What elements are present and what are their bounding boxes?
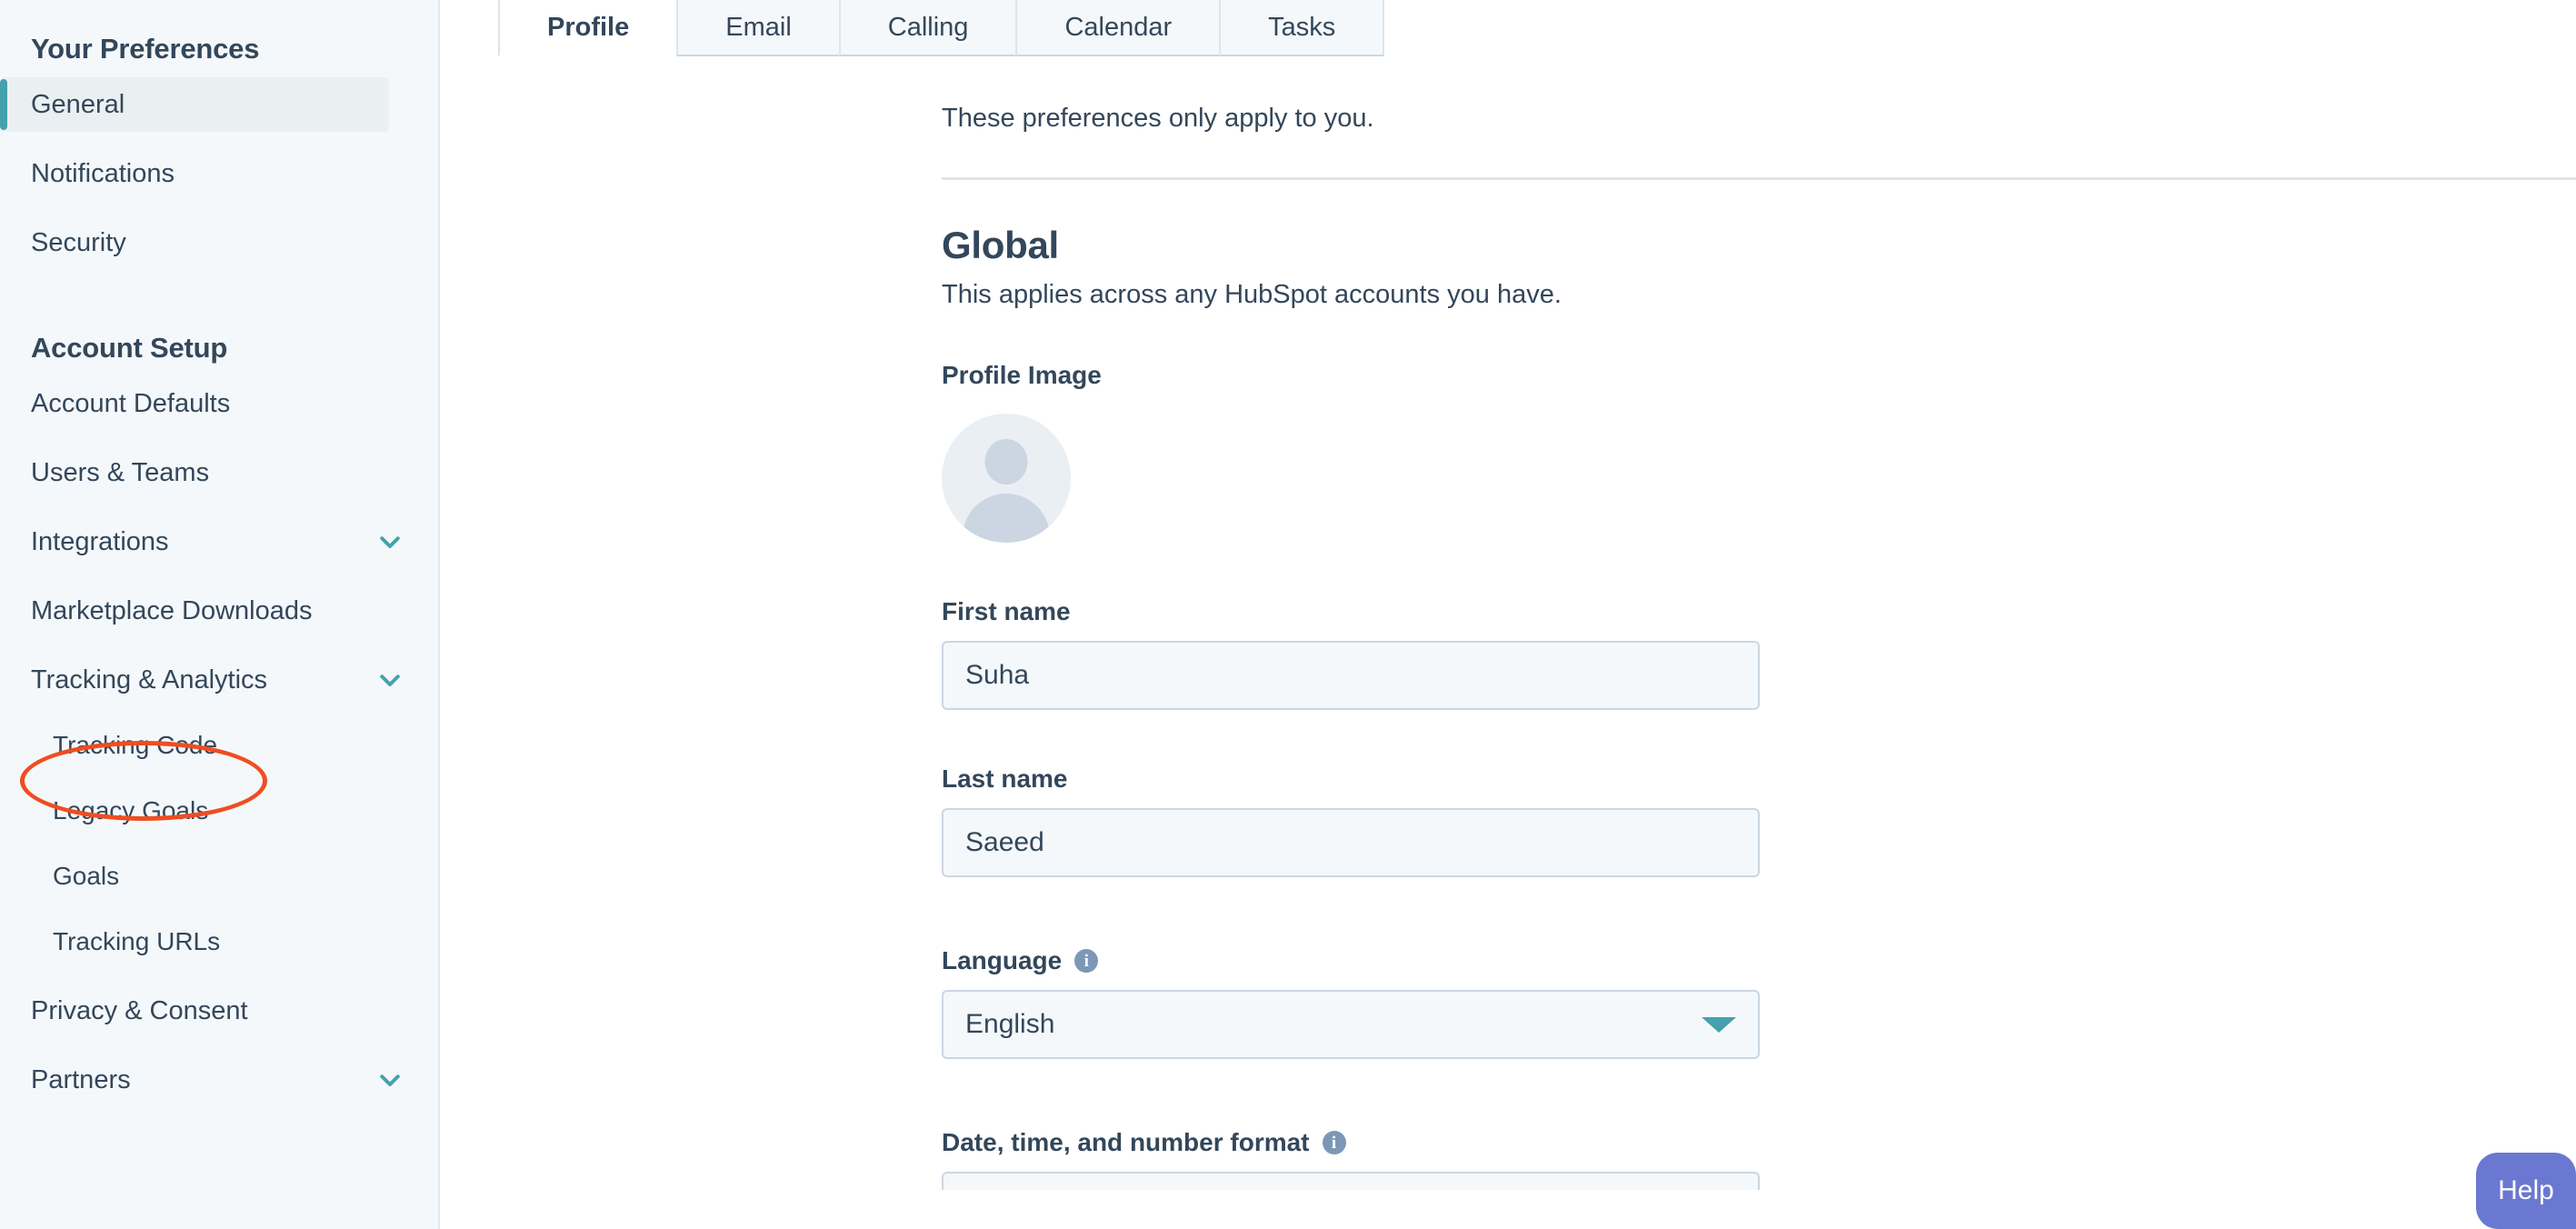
info-icon[interactable]: i [1322, 1131, 1346, 1154]
language-select[interactable]: English [942, 990, 1760, 1059]
chevron-down-icon [1702, 1016, 1736, 1033]
chevron-down-icon [380, 674, 400, 686]
profile-image-label: Profile Image [942, 361, 1102, 389]
tab-profile[interactable]: Profile [498, 0, 679, 56]
tab-email[interactable]: Email [676, 0, 841, 56]
settings-page: Your Preferences General Notifications S… [0, 0, 2576, 1229]
tab-label: Email [725, 12, 792, 42]
avatar-body-shape [963, 494, 1050, 543]
sidebar-item-users-teams[interactable]: Users & Teams [0, 445, 438, 500]
date-format-select[interactable] [942, 1172, 1760, 1190]
section-divider [942, 177, 2576, 180]
sidebar-item-label: Goals [53, 862, 120, 890]
settings-tabs: Profile Email Calling Calendar Tasks [440, 0, 2576, 56]
sidebar-item-notifications[interactable]: Notifications [0, 146, 438, 201]
sidebar-item-tracking-analytics[interactable]: Tracking & Analytics [0, 653, 438, 707]
sidebar-item-label: Notifications [31, 158, 175, 188]
settings-sidebar: Your Preferences General Notifications S… [0, 0, 440, 1229]
sidebar-item-label: Account Defaults [31, 388, 231, 418]
preferences-subtitle: These preferences only apply to you. [942, 104, 1374, 133]
sidebar-item-goals[interactable]: Goals [0, 849, 438, 904]
tab-label: Profile [547, 12, 630, 42]
tab-label: Calendar [1064, 12, 1173, 42]
sidebar-heading-account-setup: Account Setup [31, 332, 228, 364]
help-button-label: Help [2498, 1175, 2554, 1205]
sidebar-item-tracking-urls[interactable]: Tracking URLs [0, 914, 438, 969]
sidebar-item-label: Privacy & Consent [31, 995, 248, 1025]
sidebar-item-label: Partners [31, 1064, 131, 1094]
sidebar-heading-your-preferences: Your Preferences [31, 33, 260, 65]
language-value: English [965, 1009, 1055, 1039]
sidebar-item-label: General [31, 89, 125, 119]
sidebar-item-label: Integrations [31, 526, 169, 556]
sidebar-item-integrations[interactable]: Integrations [0, 515, 438, 569]
date-format-label: Date, time, and number format i [942, 1128, 2576, 1157]
sidebar-item-label: Marketplace Downloads [31, 595, 313, 625]
chevron-down-icon [380, 536, 400, 548]
avatar-head-shape [984, 439, 1028, 485]
sidebar-item-tracking-code[interactable]: Tracking Code [0, 718, 438, 773]
sidebar-item-label: Tracking Code [53, 731, 218, 759]
sidebar-item-label: Users & Teams [31, 457, 210, 487]
help-button[interactable]: Help [2476, 1153, 2576, 1229]
global-section-description: This applies across any HubSpot accounts… [942, 280, 1562, 309]
sidebar-item-label: Security [31, 227, 126, 257]
last-name-value: Saeed [965, 827, 1044, 857]
tab-calling[interactable]: Calling [838, 0, 1018, 56]
last-name-label: Last name [942, 764, 1068, 793]
language-label: Language i [942, 946, 2576, 975]
first-name-value: Suha [965, 660, 1030, 690]
sidebar-item-label: Legacy Goals [53, 796, 209, 824]
sidebar-item-privacy-consent[interactable]: Privacy & Consent [0, 984, 438, 1038]
tab-label: Tasks [1268, 12, 1336, 42]
sidebar-item-security[interactable]: Security [0, 215, 438, 270]
chevron-down-icon [380, 1074, 400, 1086]
sidebar-item-label: Tracking URLs [53, 927, 221, 955]
sidebar-item-account-defaults[interactable]: Account Defaults [0, 376, 438, 431]
sidebar-item-legacy-goals[interactable]: Legacy Goals [0, 784, 438, 838]
tab-calendar[interactable]: Calendar [1015, 0, 1222, 56]
info-icon[interactable]: i [1074, 949, 1099, 973]
sidebar-item-general[interactable]: General [0, 77, 389, 132]
first-name-label: First name [942, 597, 1071, 625]
profile-form: These preferences only apply to you. Glo… [440, 104, 2576, 1190]
sidebar-item-marketplace-downloads[interactable]: Marketplace Downloads [0, 584, 438, 638]
tab-label: Calling [887, 12, 969, 42]
tab-tasks[interactable]: Tasks [1219, 0, 1385, 56]
main-content: Profile Email Calling Calendar Tasks The… [440, 0, 2576, 1229]
global-section-title: Global [942, 224, 1059, 266]
avatar[interactable] [942, 414, 1071, 543]
sidebar-item-label: Tracking & Analytics [31, 664, 268, 694]
sidebar-item-partners[interactable]: Partners [0, 1053, 438, 1107]
last-name-input[interactable]: Saeed [942, 808, 1760, 877]
first-name-input[interactable]: Suha [942, 641, 1760, 710]
